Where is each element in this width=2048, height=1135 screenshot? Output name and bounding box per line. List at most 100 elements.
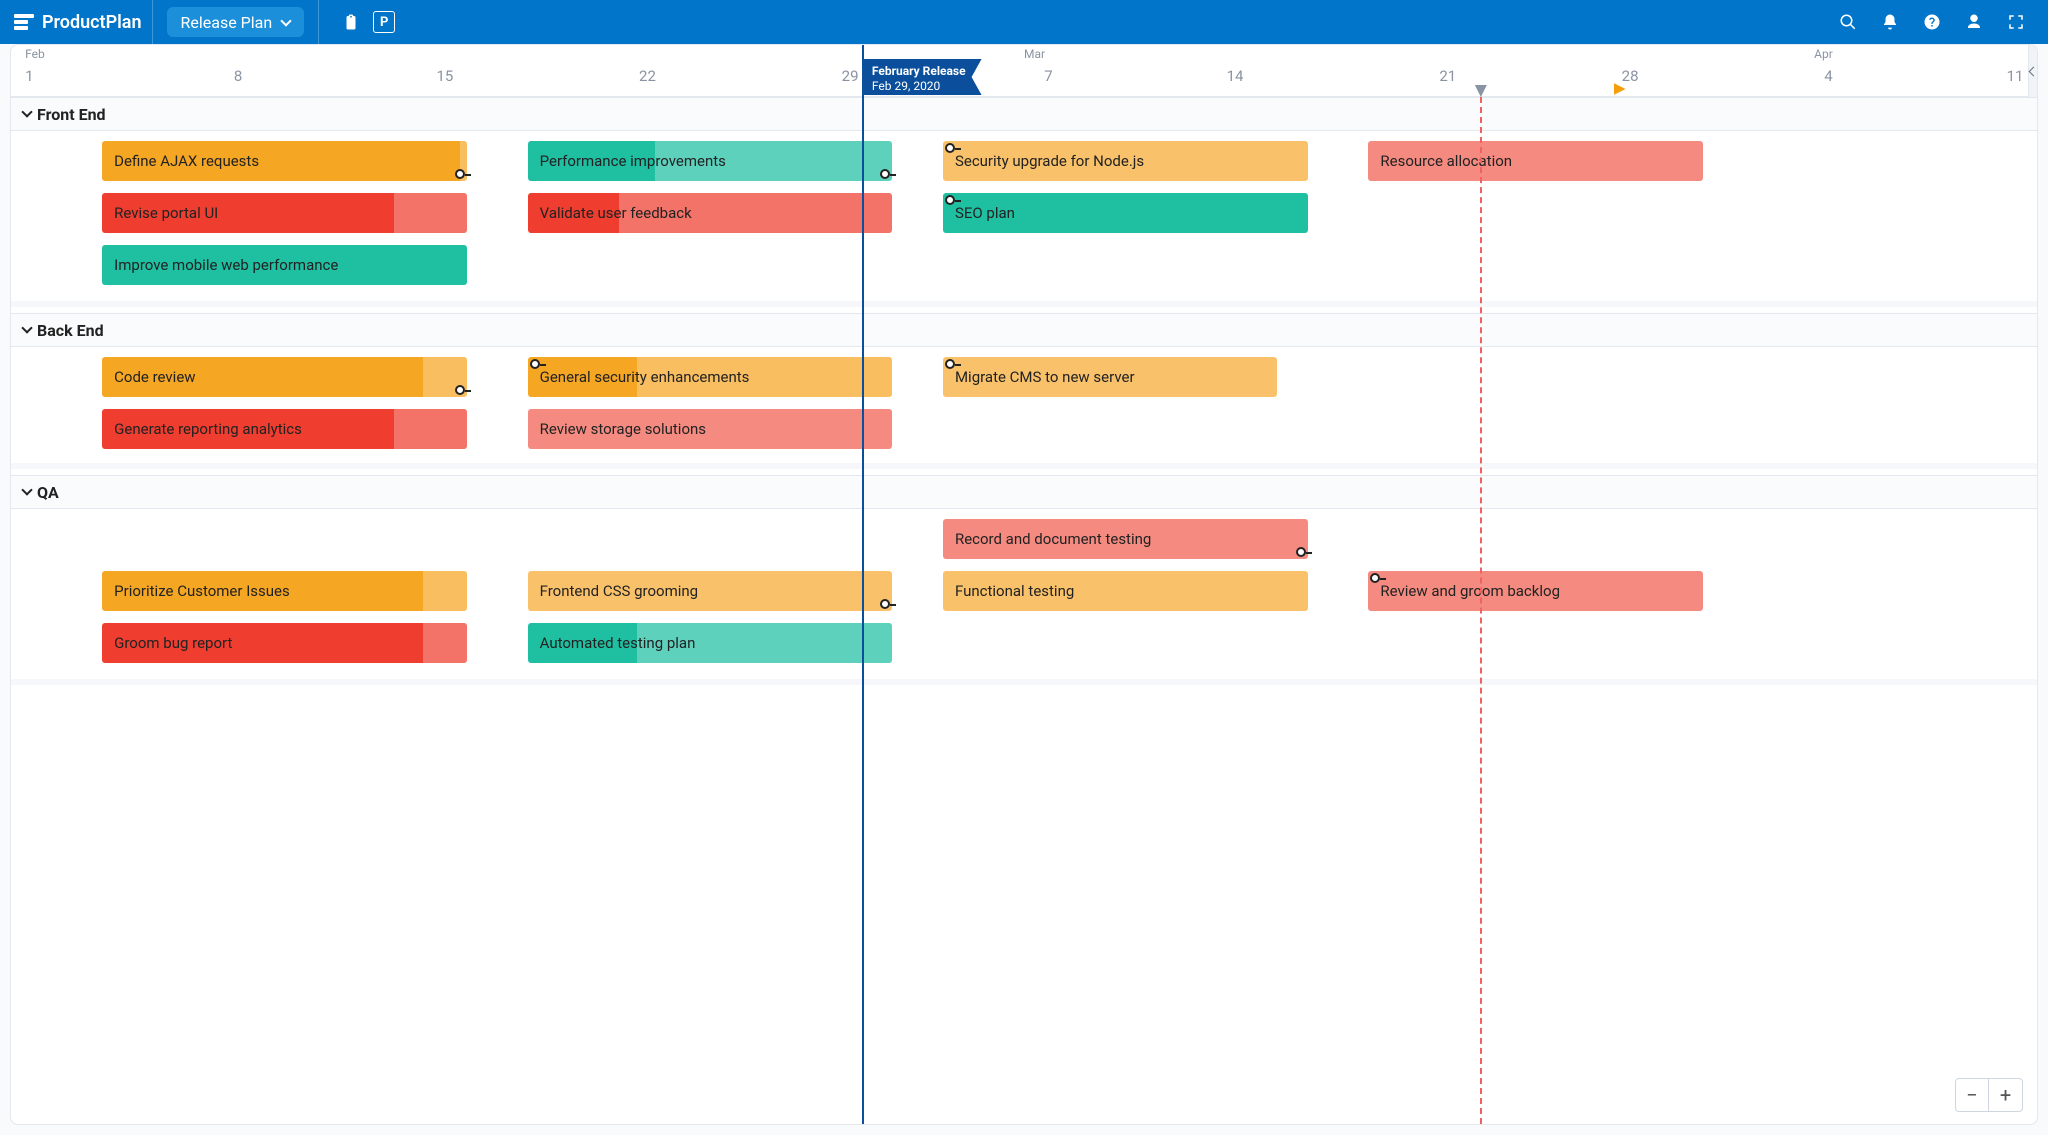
day-label: 4 bbox=[1824, 67, 1832, 85]
roadmap-bar[interactable]: Record and document testing bbox=[943, 519, 1308, 559]
bar-label: Security upgrade for Node.js bbox=[955, 152, 1144, 170]
timeline-chart[interactable]: FebMarApr181522297142128411February Rele… bbox=[11, 45, 2037, 1124]
dependency-out-icon[interactable] bbox=[455, 169, 465, 179]
expand-icon bbox=[2007, 13, 2025, 31]
dependency-out-icon[interactable] bbox=[1296, 547, 1306, 557]
roadmap-bar[interactable]: Prioritize Customer Issues bbox=[102, 571, 467, 611]
dependency-in-icon[interactable] bbox=[530, 359, 540, 369]
milestone-date: Feb 29, 2020 bbox=[872, 79, 940, 93]
bar-label: Automated testing plan bbox=[540, 634, 696, 652]
roadmap-bar[interactable]: Revise portal UI bbox=[102, 193, 467, 233]
day-label: 8 bbox=[234, 67, 242, 85]
lane-body: Record and document testing Prioritize Cu… bbox=[11, 509, 2037, 685]
fullscreen-button[interactable] bbox=[2002, 8, 2030, 36]
roadmap-bar[interactable]: Frontend CSS grooming bbox=[528, 571, 893, 611]
day-label: 14 bbox=[1227, 67, 1244, 85]
roadmap-bar[interactable]: Performance improvements bbox=[528, 141, 893, 181]
bar-label: Review storage solutions bbox=[540, 420, 706, 438]
roadmap-bar[interactable]: Review and groom backlog bbox=[1368, 571, 1702, 611]
bar-label: Generate reporting analytics bbox=[114, 420, 302, 438]
dependency-in-icon[interactable] bbox=[945, 195, 955, 205]
search-icon bbox=[1839, 13, 1857, 31]
day-label: 28 bbox=[1622, 67, 1639, 85]
roadmap-bar[interactable]: Functional testing bbox=[943, 571, 1308, 611]
roadmap-board: FebMarApr181522297142128411February Rele… bbox=[10, 44, 2038, 1125]
bar-label: Performance improvements bbox=[540, 152, 726, 170]
day-label: 7 bbox=[1044, 67, 1052, 85]
parking-lot-button[interactable]: P bbox=[373, 11, 395, 33]
bar-label: Functional testing bbox=[955, 582, 1074, 600]
chevron-down-icon bbox=[281, 15, 292, 26]
day-label: 15 bbox=[436, 67, 453, 85]
clipboard-button[interactable] bbox=[337, 8, 365, 36]
search-button[interactable] bbox=[1834, 8, 1862, 36]
month-label: Mar bbox=[1024, 47, 1045, 61]
chevron-down-icon bbox=[21, 106, 32, 117]
milestone-flag[interactable]: February ReleaseFeb 29, 2020 bbox=[862, 59, 982, 95]
lane-body: Code review General security enhancements… bbox=[11, 347, 2037, 469]
bar-label: Define AJAX requests bbox=[114, 152, 259, 170]
roadmap-bar[interactable]: Generate reporting analytics bbox=[102, 409, 467, 449]
bar-label: Frontend CSS grooming bbox=[540, 582, 698, 600]
collapse-header-button[interactable] bbox=[2028, 45, 2038, 97]
bar-label: Migrate CMS to new server bbox=[955, 368, 1135, 386]
account-button[interactable] bbox=[1960, 8, 1988, 36]
lane-header[interactable]: Back End bbox=[11, 313, 2037, 347]
bar-label: Prioritize Customer Issues bbox=[114, 582, 290, 600]
roadmap-selector[interactable]: Release Plan bbox=[167, 7, 305, 37]
roadmap-bar[interactable]: Resource allocation bbox=[1368, 141, 1702, 181]
chevron-left-icon bbox=[2029, 66, 2038, 76]
bar-label: SEO plan bbox=[955, 204, 1015, 222]
lane-title: Front End bbox=[37, 105, 106, 124]
zoom-controls: −+ bbox=[1955, 1078, 2023, 1112]
dependency-in-icon[interactable] bbox=[945, 359, 955, 369]
app-logo[interactable]: ProductPlan bbox=[10, 0, 153, 44]
user-icon bbox=[1965, 13, 1983, 31]
roadmap-bar[interactable]: Migrate CMS to new server bbox=[943, 357, 1277, 397]
bar-label: General security enhancements bbox=[540, 368, 750, 386]
chevron-down-icon bbox=[21, 322, 32, 333]
divider bbox=[318, 0, 319, 44]
bar-label: Resource allocation bbox=[1380, 152, 1512, 170]
day-label: 29 bbox=[842, 67, 859, 85]
roadmap-bar[interactable]: Define AJAX requests bbox=[102, 141, 467, 181]
roadmap-bar[interactable]: Improve mobile web performance bbox=[102, 245, 467, 285]
roadmap-bar[interactable]: Review storage solutions bbox=[528, 409, 893, 449]
lane-header[interactable]: QA bbox=[11, 475, 2037, 509]
notifications-button[interactable] bbox=[1876, 8, 1904, 36]
roadmap-bar[interactable]: Security upgrade for Node.js bbox=[943, 141, 1308, 181]
help-icon bbox=[1923, 13, 1941, 31]
bar-label: Code review bbox=[114, 368, 195, 386]
roadmap-bar[interactable]: General security enhancements bbox=[528, 357, 893, 397]
roadmap-bar[interactable]: Code review bbox=[102, 357, 467, 397]
roadmap-bar[interactable]: Groom bug report bbox=[102, 623, 467, 663]
lane: Back End Code review General security enha… bbox=[11, 313, 2037, 469]
roadmap-bar[interactable]: Validate user feedback bbox=[528, 193, 893, 233]
bell-icon bbox=[1881, 13, 1899, 31]
day-label: 11 bbox=[2007, 67, 2024, 85]
bar-label: Review and groom backlog bbox=[1380, 582, 1560, 600]
lane-title: QA bbox=[37, 483, 59, 502]
lane-title: Back End bbox=[37, 321, 104, 340]
day-label: 1 bbox=[25, 67, 33, 85]
topbar-right bbox=[1830, 8, 2038, 36]
month-label: Feb bbox=[25, 47, 45, 61]
help-button[interactable] bbox=[1918, 8, 1946, 36]
roadmap-name: Release Plan bbox=[181, 13, 273, 32]
bar-label: Revise portal UI bbox=[114, 204, 218, 222]
roadmap-bar[interactable]: SEO plan bbox=[943, 193, 1308, 233]
lane: Front End Define AJAX requests Performance… bbox=[11, 97, 2037, 307]
clipboard-icon bbox=[342, 13, 360, 31]
month-label: Apr bbox=[1814, 47, 1833, 61]
zoom-in-button[interactable]: + bbox=[1989, 1078, 2023, 1112]
lane-header[interactable]: Front End bbox=[11, 97, 2037, 131]
milestone-title: February Release bbox=[872, 64, 966, 79]
dependency-in-icon[interactable] bbox=[945, 143, 955, 153]
roadmap-bar[interactable]: Automated testing plan bbox=[528, 623, 893, 663]
app-name: ProductPlan bbox=[42, 12, 142, 33]
zoom-out-button[interactable]: − bbox=[1955, 1078, 1989, 1112]
lane-body: Define AJAX requests Performance improvem… bbox=[11, 131, 2037, 307]
time-header: FebMarApr181522297142128411 bbox=[11, 45, 2037, 97]
dependency-out-icon[interactable] bbox=[455, 385, 465, 395]
chevron-down-icon bbox=[21, 484, 32, 495]
